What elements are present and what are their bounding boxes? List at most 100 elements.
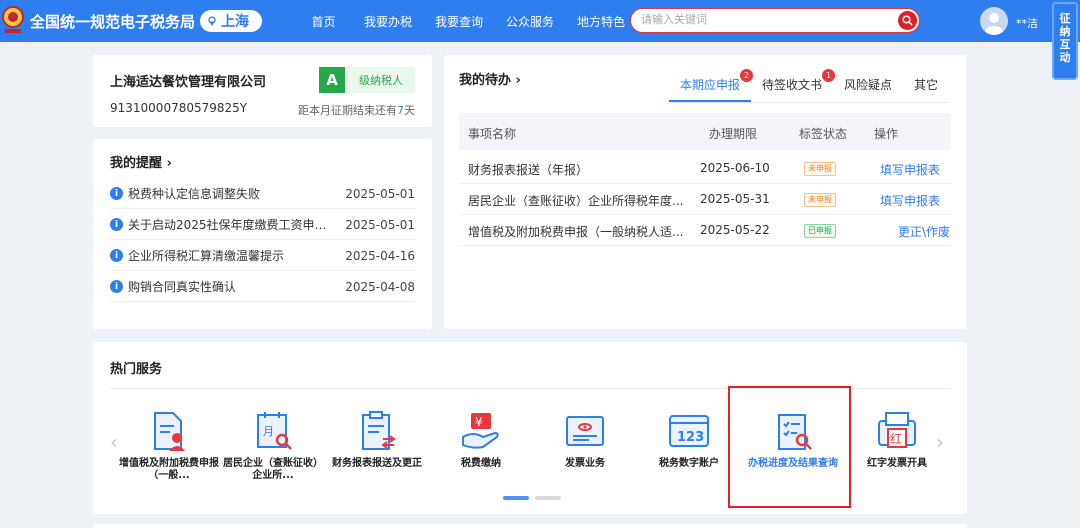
location-pin-icon: [208, 16, 216, 26]
tab-divider: [669, 102, 949, 103]
nav-do-tax[interactable]: 我要办税: [358, 13, 418, 30]
tab-other[interactable]: 其它: [903, 77, 949, 102]
side-tab-char: 征: [1059, 12, 1071, 25]
service-tax-payment[interactable]: ¥ 税费缴纳: [429, 406, 533, 486]
nav-query[interactable]: 我要查询: [429, 13, 489, 30]
info-icon: i: [110, 280, 123, 293]
service-red-invoice[interactable]: 红 红字发票开具: [845, 406, 949, 486]
col-deadline: 办理期限: [709, 127, 758, 141]
service-financial-report[interactable]: 财务报表报送及更正: [325, 406, 429, 486]
item-name: 增值税及附加税费申报（一般纳税人适...: [468, 225, 684, 239]
deadline-suffix: 天: [404, 104, 415, 117]
user-icon: [985, 13, 1003, 35]
status-badge: 未申报: [804, 162, 836, 176]
svg-text:¥: ¥: [475, 415, 483, 429]
city-selector[interactable]: 上海: [200, 10, 262, 32]
main-nav: 首页 我要办税 我要查询 公众服务 地方特色: [300, 13, 642, 30]
reminders-title-text: 我的提醒: [110, 156, 163, 171]
item-deadline: 2025-06-10: [700, 161, 770, 175]
fill-declaration-link[interactable]: 填写申报表: [880, 161, 940, 178]
todo-title[interactable]: 我的待办 ›: [459, 69, 521, 88]
pager-dot[interactable]: [503, 496, 529, 500]
avatar[interactable]: [980, 7, 1008, 35]
svg-text:123: 123: [677, 430, 704, 445]
tax-id: 91310000780579825Y: [110, 101, 248, 115]
service-enterprise-tax[interactable]: 月 居民企业（查账征收）企业所...: [221, 406, 325, 486]
nav-public-services[interactable]: 公众服务: [500, 13, 560, 30]
deadline-notice: 距本月征期结束还有7天: [298, 102, 415, 118]
table-row: 财务报表报送（年报） 2025-06-10 未申报 填写申报表: [459, 153, 951, 184]
reminder-date: 2025-04-16: [345, 248, 415, 263]
info-icon: i: [110, 218, 123, 231]
tax-emblem-icon: [2, 6, 24, 33]
search-icon: [902, 15, 913, 26]
status-badge: 已申报: [804, 224, 836, 238]
search-input[interactable]: [641, 13, 881, 26]
hot-services-title: 热门服务: [110, 362, 163, 377]
reminder-item[interactable]: i 税费种认定信息调整失败 2025-05-01: [110, 179, 415, 209]
vat-declaration-icon: [154, 412, 185, 451]
interaction-side-tab[interactable]: 征 纳 互 动: [1052, 2, 1078, 80]
credit-grade-badge: A 级纳税人: [319, 67, 415, 93]
site-title[interactable]: 全国统一规范电子税务局: [30, 11, 195, 32]
side-tab-char: 动: [1059, 51, 1071, 64]
fill-declaration-link[interactable]: 填写申报表: [880, 192, 940, 209]
deadline-prefix: 距本月征期结束还有: [298, 104, 397, 117]
financial-report-icon: [362, 411, 396, 450]
service-label: 发票业务: [565, 458, 605, 469]
service-label: 税费缴纳: [461, 458, 501, 469]
todo-tabs: 本期应申报 2 待签收文书 1 风险疑点 其它: [669, 69, 949, 103]
chevron-right-icon: ›: [515, 73, 521, 88]
pager-dot[interactable]: [535, 496, 561, 500]
item-deadline: 2025-05-31: [700, 192, 770, 206]
service-label: 税务数字账户: [659, 458, 719, 469]
side-tab-char: 互: [1059, 38, 1071, 51]
table-header: 事项名称 办理期限 标签状态 操作: [459, 113, 951, 150]
deadline-days: 7: [397, 104, 404, 117]
service-label: 居民企业（查账征收）企业所...: [223, 458, 323, 481]
tax-payment-icon: ¥: [462, 413, 499, 449]
reminder-date: 2025-05-01: [345, 186, 415, 201]
invoice-icon: [566, 416, 604, 446]
svg-text:红: 红: [890, 431, 902, 446]
username[interactable]: **洁: [1016, 15, 1038, 31]
search-box: [630, 8, 920, 33]
service-vat-declaration[interactable]: 增值税及附加税费申报（一般...: [117, 406, 221, 486]
grade-letter: A: [319, 67, 345, 93]
top-bar: 全国统一规范电子税务局 上海 首页 我要办税 我要查询 公众服务 地方特色 **…: [0, 0, 1080, 80]
reminders-card: 我的提醒 › i 税费种认定信息调整失败 2025-05-01 i 关于启动20…: [93, 139, 432, 329]
nav-local-features[interactable]: 地方特色: [571, 13, 631, 30]
tab-current-declaration[interactable]: 本期应申报 2: [669, 69, 754, 102]
col-item-name: 事项名称: [468, 127, 517, 141]
todo-title-text: 我的待办: [459, 73, 512, 88]
tab-risk-doubts[interactable]: 风险疑点: [833, 77, 903, 102]
service-invoice[interactable]: 发票业务: [533, 406, 637, 486]
company-name: 上海适达餐饮管理有限公司: [110, 75, 267, 90]
item-name: 居民企业（查账征收）企业所得税年度...: [468, 194, 684, 208]
search-button[interactable]: [898, 11, 917, 30]
reminder-item[interactable]: i 企业所得税汇算清缴温馨提示 2025-04-16: [110, 241, 415, 271]
carousel-pager: [503, 496, 561, 500]
service-label: 增值税及附加税费申报（一般...: [119, 458, 219, 481]
reminders-title[interactable]: 我的提醒 ›: [110, 152, 172, 171]
correct-void-link[interactable]: 更正\作废: [898, 223, 950, 240]
reminder-date: 2025-04-08: [345, 279, 415, 294]
tab-label: 待签收文书: [762, 78, 823, 92]
tab-pending-documents[interactable]: 待签收文书 1: [751, 69, 836, 102]
tab-label: 本期应申报: [680, 78, 741, 92]
next-card: [93, 524, 967, 528]
side-tab-char: 纳: [1059, 25, 1071, 38]
todo-card: 我的待办 › 本期应申报 2 待签收文书 1 风险疑点 其它 事项名称 办理期限 标…: [444, 55, 966, 329]
chevron-right-icon: ›: [166, 156, 172, 171]
service-label: 红字发票开具: [867, 458, 927, 469]
enterprise-tax-icon: 月: [257, 412, 292, 450]
nav-home[interactable]: 首页: [300, 13, 347, 30]
reminder-date: 2025-05-01: [345, 217, 415, 232]
reminder-item[interactable]: i 关于启动2025社保年度缴费工资申报... 2025-05-01: [110, 210, 415, 240]
reminder-text: 税费种认定信息调整失败: [128, 187, 261, 201]
hot-services-card: 热门服务 ‹ › 增值税及附加税费申报（一般... 月 居民企业（查账征收）企业…: [93, 342, 967, 514]
reminder-item[interactable]: i 购销合同真实性确认 2025-04-08: [110, 272, 415, 302]
grade-label: 级纳税人: [359, 74, 403, 87]
col-status: 标签状态: [799, 127, 848, 141]
service-digital-account[interactable]: 123 税务数字账户: [637, 406, 741, 486]
